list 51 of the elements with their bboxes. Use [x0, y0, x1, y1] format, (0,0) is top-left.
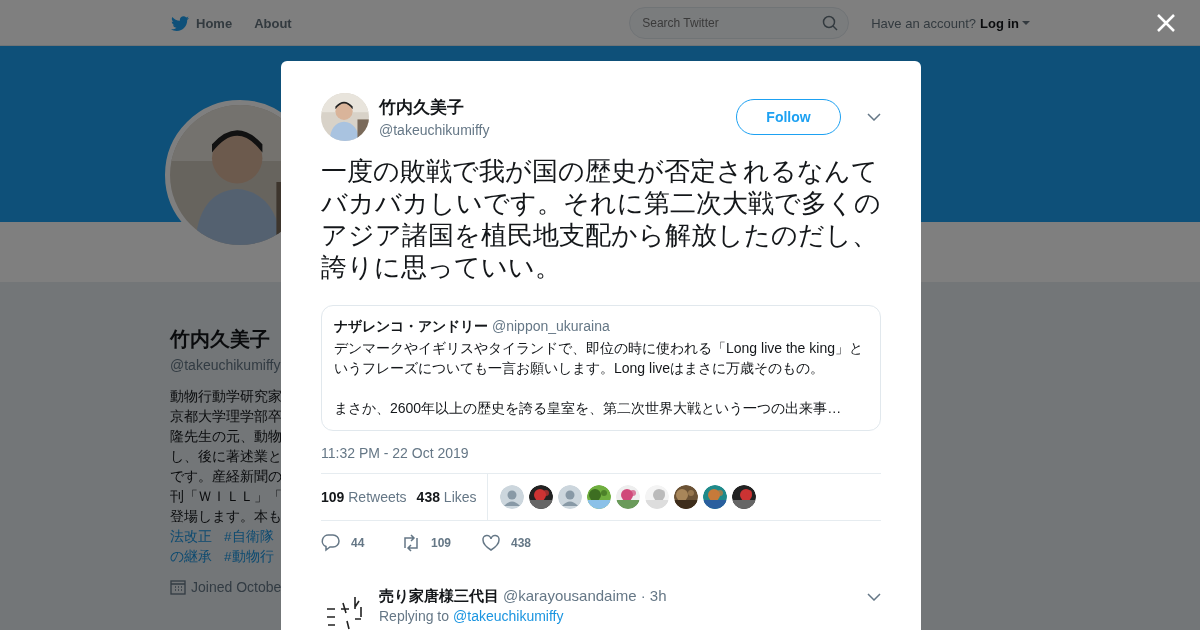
author-handle: @takeuchikumiffy: [379, 122, 491, 138]
bird-icon: [170, 14, 190, 32]
search-field[interactable]: Search Twitter: [629, 7, 850, 39]
default-avatar-icon[interactable]: [557, 485, 582, 509]
stat-link[interactable]: 438 Likes: [416, 489, 477, 505]
heart-icon[interactable]: [481, 533, 501, 553]
stat-link[interactable]: 109 Retweets: [321, 489, 407, 505]
quoted-author-name: ナザレンコ・アンドリー: [334, 318, 488, 336]
action-count: 438: [511, 536, 532, 550]
quoted-tweet-text: まさか、2600年以上の歴史を誇る皇室を、第二次世界大戦という一つの出来事…: [334, 399, 843, 418]
bio-text: です。産経新聞の: [170, 468, 282, 486]
reply-author-handle: @karayousandaime: [503, 587, 637, 604]
chevron-down-icon[interactable]: [867, 113, 881, 121]
repost-arrows-icon[interactable]: [401, 533, 421, 553]
bio-text: 動物行動学研究家: [170, 388, 282, 406]
quoted-tweet-text: デンマークやイギリスやタイランドで、即位の時に使われる「Long live the king」というフレーズについても一言お願いします。Long liveはまさに万歳そのもの。: [334, 339, 864, 378]
action-count: 44: [351, 536, 365, 550]
caret-icon: [1022, 21, 1030, 25]
quoted-author-handle: @nippon_ukuraina: [492, 318, 610, 334]
bio-text: 刊「ＷＩＬＬ」「: [170, 488, 282, 506]
mention-link[interactable]: @takeuchikumiffy: [453, 608, 564, 624]
login-link[interactable]: Log in: [980, 15, 1030, 31]
bio-text: 隆先生の元、動物: [170, 428, 282, 446]
tweet-timestamp: 11:32 PM - 22 Oct 2019: [321, 445, 470, 463]
action-count: 109: [431, 536, 452, 550]
quoted-tweet-card[interactable]: ナザレンコ・アンドリー @nippon_ukuraina デンマークやイギリスやタイランドで、即位の時に使われる「Long live the king」というフレーズについても一言お願いします。Long liveはまさに万歳そのもの。 まさか、2600年以上の歴史を誇る皇室を、第二次世界大戦という一つの出来事…: [321, 305, 881, 431]
hashtag-link[interactable]: #動物行: [224, 547, 274, 567]
chevron-down-icon[interactable]: [867, 593, 881, 601]
bio-text: 登場します。本も: [170, 508, 282, 526]
hashtag-link[interactable]: 法改正: [170, 527, 212, 547]
reply-author-name: 売り家唐様三代目: [379, 587, 499, 606]
default-avatar-icon[interactable]: [499, 485, 524, 509]
joined-date: Joined Octobe: [191, 579, 282, 595]
bio-text: 京都大学理学部卒: [170, 408, 282, 426]
reply-time: · 3h: [640, 587, 667, 604]
speech-bubble-icon[interactable]: [321, 533, 341, 553]
tweet-text: 一度の敗戦で我が国の歴史が否定されるなんてバカバカしいです。それに第二次大戦で多くのアジア諸国を植民地支配から解放したのだし、誇りに思っていい。: [321, 155, 881, 283]
hashtag-link[interactable]: の継承: [170, 547, 212, 567]
search-icon: [822, 15, 839, 31]
calendar-icon: [170, 579, 186, 595]
bio-text: し、後に著述業と: [170, 448, 282, 466]
author-name: 竹内久美子: [379, 97, 465, 119]
nav-link[interactable]: About: [254, 15, 292, 31]
replying-to-label: Replying to: [379, 608, 450, 624]
hashtag-link[interactable]: #自衛隊: [224, 527, 274, 547]
account-prompt: Have an account?: [871, 15, 976, 31]
nav-link[interactable]: Home: [170, 14, 233, 32]
profile-handle: @takeuchikumiffy: [170, 357, 282, 373]
close-icon[interactable]: [1156, 13, 1176, 33]
profile-name: 竹内久美子: [170, 327, 271, 352]
follow-button[interactable]: Follow: [736, 99, 841, 135]
